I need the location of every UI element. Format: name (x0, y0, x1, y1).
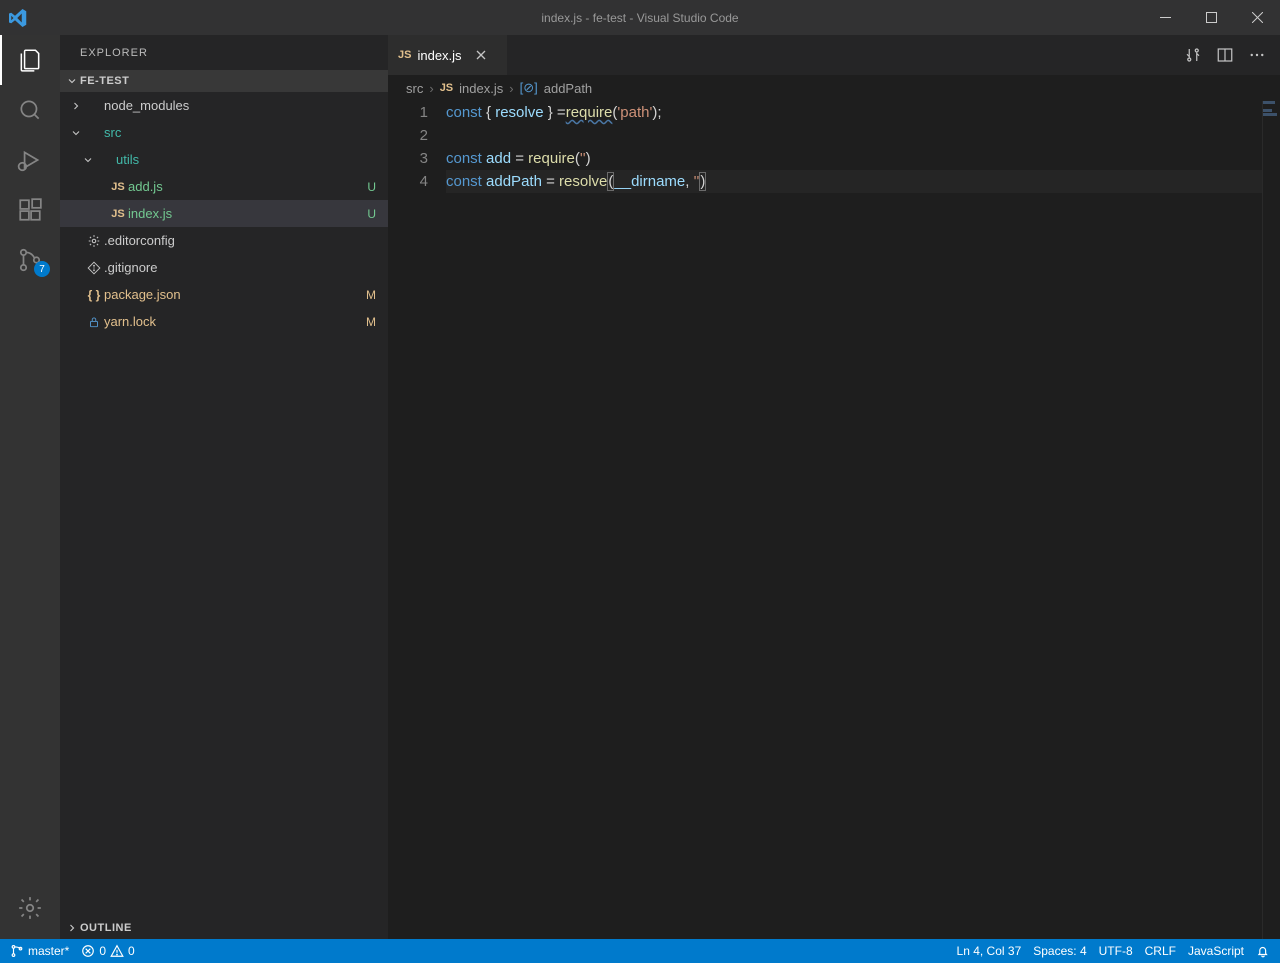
chevron-down-icon (68, 127, 84, 139)
scm-icon[interactable]: 7 (0, 235, 60, 285)
titlebar: index.js - fe-test - Visual Studio Code (0, 0, 1280, 35)
tree-item-src[interactable]: src (60, 119, 388, 146)
breadcrumb-file[interactable]: index.js (459, 81, 503, 96)
tree-item--gitignore[interactable]: .gitignore (60, 254, 388, 281)
file-tree: node_modulessrc utils JSadd.jsUJSindex.jsU… (60, 92, 388, 917)
lock-icon (84, 315, 104, 329)
more-actions-icon[interactable] (1248, 46, 1266, 64)
tree-label: .editorconfig (104, 233, 376, 248)
tree-label: src (104, 125, 376, 140)
breadcrumbs[interactable]: src › JS index.js › [⊘] addPath (388, 75, 1280, 101)
git-icon (84, 261, 104, 275)
status-bar: master* 0 0 Ln 4, Col 37 Spaces: 4 UTF-8… (0, 939, 1280, 963)
outline-label: OUTLINE (80, 922, 132, 934)
chevron-down-icon (64, 75, 80, 87)
minimize-icon[interactable] (1142, 0, 1188, 35)
config-icon (84, 234, 104, 248)
tree-label: index.js (128, 206, 367, 221)
tree-item-index-js[interactable]: JSindex.jsU (60, 200, 388, 227)
breadcrumb-symbol[interactable]: addPath (544, 81, 592, 96)
tree-item-node_modules[interactable]: node_modules (60, 92, 388, 119)
indentation[interactable]: Spaces: 4 (1033, 944, 1086, 958)
tree-item--editorconfig[interactable]: .editorconfig (60, 227, 388, 254)
tree-item-yarn-lock[interactable]: yarn.lockM (60, 308, 388, 335)
tree-item-utils[interactable]: utils (60, 146, 388, 173)
tree-label: node_modules (104, 98, 376, 113)
editor-tabs: JS index.js (388, 35, 1280, 75)
code-editor[interactable]: 1 2 3 4 const { resolve } =require('path… (388, 101, 1280, 939)
tree-label: utils (116, 152, 376, 167)
symbol-variable-icon: [⊘] (520, 80, 538, 96)
notifications-bell-icon[interactable] (1256, 944, 1270, 958)
encoding[interactable]: UTF-8 (1099, 944, 1133, 958)
compare-changes-icon[interactable] (1184, 46, 1202, 64)
close-icon[interactable] (1234, 0, 1280, 35)
chevron-right-icon (68, 100, 84, 112)
git-branch-item[interactable]: master* (10, 944, 69, 958)
chevron-right-icon: › (509, 81, 513, 96)
js-file-icon: JS (440, 82, 453, 94)
tab-close-icon[interactable] (474, 48, 488, 62)
outline-section-header[interactable]: OUTLINE (60, 917, 388, 939)
settings-gear-icon[interactable] (0, 883, 60, 933)
js-icon: JS (108, 208, 128, 220)
problems-item[interactable]: 0 0 (81, 944, 134, 958)
code-content[interactable]: const { resolve } =require('path'); cons… (446, 101, 1280, 939)
split-editor-icon[interactable] (1216, 46, 1234, 64)
debug-icon[interactable] (0, 135, 60, 185)
editor-group: JS index.js src › JS index.js › [⊘] addP… (388, 35, 1280, 939)
search-icon[interactable] (0, 85, 60, 135)
eol[interactable]: CRLF (1145, 944, 1176, 958)
chevron-down-icon (80, 154, 96, 166)
workspace-name: FE-TEST (80, 75, 129, 87)
workspace-section-header[interactable]: FE-TEST (60, 70, 388, 92)
breadcrumb-folder[interactable]: src (406, 81, 423, 96)
json-icon: { } (84, 288, 104, 302)
window-title: index.js - fe-test - Visual Studio Code (541, 11, 738, 25)
tab-index-js[interactable]: JS index.js (388, 35, 508, 75)
tree-label: .gitignore (104, 260, 376, 275)
tab-label: index.js (417, 48, 461, 63)
tree-label: add.js (128, 179, 367, 194)
language-mode[interactable]: JavaScript (1188, 944, 1244, 958)
sidebar-title: EXPLORER (60, 35, 388, 70)
vscode-logo-icon (0, 9, 35, 27)
js-file-icon: JS (398, 49, 411, 61)
chevron-right-icon: › (429, 81, 433, 96)
cursor-position[interactable]: Ln 4, Col 37 (957, 944, 1022, 958)
minimap[interactable] (1262, 101, 1280, 939)
line-numbers: 1 2 3 4 (388, 101, 446, 939)
extensions-icon[interactable] (0, 185, 60, 235)
activity-bar: 7 (0, 35, 60, 939)
tree-item-package-json[interactable]: { }package.jsonM (60, 281, 388, 308)
maximize-icon[interactable] (1188, 0, 1234, 35)
tree-label: package.json (104, 287, 366, 302)
chevron-right-icon (64, 922, 80, 934)
tree-label: yarn.lock (104, 314, 366, 329)
js-icon: JS (108, 181, 128, 193)
explorer-sidebar: EXPLORER FE-TEST node_modulessrcutilsJSa… (60, 35, 388, 939)
explorer-icon[interactable] (0, 35, 60, 85)
tree-item-add-js[interactable]: JSadd.jsU (60, 173, 388, 200)
scm-badge: 7 (34, 261, 50, 277)
